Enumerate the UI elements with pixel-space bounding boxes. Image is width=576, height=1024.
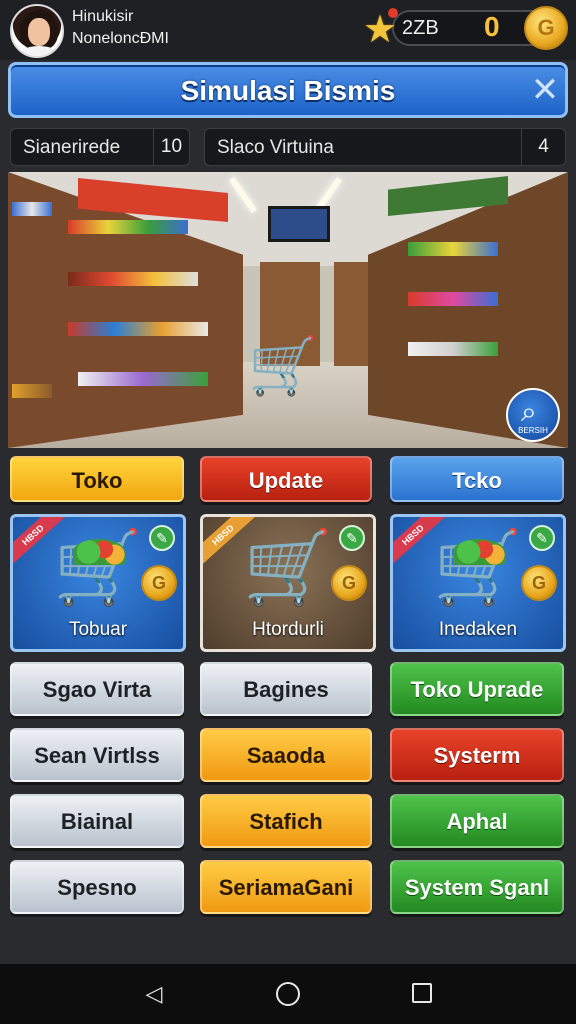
bagines-button[interactable]: Bagines <box>200 662 372 716</box>
search-button[interactable]: ⌕ BERSIH <box>506 388 560 442</box>
update-button[interactable]: Update <box>200 456 372 502</box>
edit-icon[interactable]: ✎ <box>529 525 555 551</box>
avatar-shirt <box>18 46 60 56</box>
shelf-goods <box>68 220 188 234</box>
system-nav-bar: ◁ <box>0 964 576 1024</box>
magnifier-icon: ⌕ <box>521 396 537 427</box>
card-label: Tobuar <box>68 619 128 640</box>
avatar[interactable] <box>10 4 64 58</box>
shopping-cart-icon: 🛒 <box>248 334 318 397</box>
cart-icon: 🛒 <box>243 528 333 608</box>
card-label: Inedaken <box>438 619 518 640</box>
edit-icon[interactable]: ✎ <box>339 525 365 551</box>
stafich-button[interactable]: Stafich <box>200 794 372 848</box>
home-icon[interactable] <box>276 982 300 1006</box>
notification-dot <box>388 8 398 18</box>
card-label: Htordurli <box>252 619 324 640</box>
close-icon[interactable]: ✕ <box>527 73 563 109</box>
stat-coins-value: 0 <box>484 11 500 42</box>
toko-button[interactable]: Toko <box>10 456 184 502</box>
coin-icon: G <box>521 565 557 601</box>
back-shelf <box>334 262 370 366</box>
edit-icon[interactable]: ✎ <box>149 525 175 551</box>
shelf-goods <box>408 242 498 256</box>
shelf-goods <box>408 342 498 356</box>
coin-icon[interactable]: G <box>524 6 568 50</box>
saaoda-button[interactable]: Saaoda <box>200 728 372 782</box>
shelf-goods <box>78 372 208 386</box>
top-bar: Hinukisir NoneloncĐMI ★ 2ZB 0 G <box>0 0 576 60</box>
cart-icon: 🛒 <box>53 528 143 608</box>
back-icon[interactable]: ◁ <box>142 982 166 1006</box>
spesno-button[interactable]: Spesno <box>10 860 184 914</box>
avatar-face <box>28 18 50 46</box>
biainal-button[interactable]: Biainal <box>10 794 184 848</box>
shelf-goods <box>12 384 52 398</box>
aphal-button[interactable]: Aphal <box>390 794 564 848</box>
shelf-goods <box>68 322 208 336</box>
info-box-left: Sianerirede 10 <box>10 128 190 166</box>
shelf-goods <box>408 292 498 306</box>
shelf-goods <box>12 202 52 216</box>
title-banner: Simulasi Bismis ✕ <box>8 62 568 118</box>
sean-virtlss-button[interactable]: Sean Virtlss <box>10 728 184 782</box>
seriamagani-button[interactable]: SeriamaGani <box>200 860 372 914</box>
ceiling-light <box>229 176 257 214</box>
item-card-htordurli[interactable]: HBSD 🛒 ✎ G Htordurli <box>200 514 376 652</box>
vegetables-icon <box>73 539 125 565</box>
vegetables-icon <box>453 539 505 565</box>
toko-uprade-button[interactable]: Toko Uprade <box>390 662 564 716</box>
info-label-left: Sianerirede <box>23 137 121 158</box>
search-caption: BERSIH <box>518 426 548 435</box>
sgao-virta-button[interactable]: Sgao Virta <box>10 662 184 716</box>
info-value-left: 10 <box>153 129 189 165</box>
cart-icon: 🛒 <box>433 528 523 608</box>
tcko-button[interactable]: Tcko <box>390 456 564 502</box>
info-box-right: Slaco Virtuina 4 <box>204 128 566 166</box>
system-sganl-button[interactable]: System Sganl <box>390 860 564 914</box>
user-name: Hinukisir <box>72 8 134 25</box>
recent-apps-icon[interactable] <box>412 983 432 1003</box>
stat-level-value: 2ZB <box>402 17 439 39</box>
item-card-inedaken[interactable]: HBSD 🛒 ✎ G Inedaken <box>390 514 566 652</box>
info-label-right: Slaco Virtuina <box>217 137 334 158</box>
coin-icon: G <box>141 565 177 601</box>
systerm-button[interactable]: Systerm <box>390 728 564 782</box>
user-subtitle: NoneloncĐMI <box>72 30 169 47</box>
shelf-goods <box>68 272 198 286</box>
item-card-tobuar[interactable]: HBSD 🛒 ✎ G Tobuar <box>10 514 186 652</box>
page-title: Simulasi Bismis <box>180 75 396 106</box>
store-scene-image: 🛒 ⌕ BERSIH <box>8 172 568 448</box>
info-value-right: 4 <box>521 129 565 165</box>
store-tv <box>268 206 330 242</box>
coin-icon: G <box>331 565 367 601</box>
